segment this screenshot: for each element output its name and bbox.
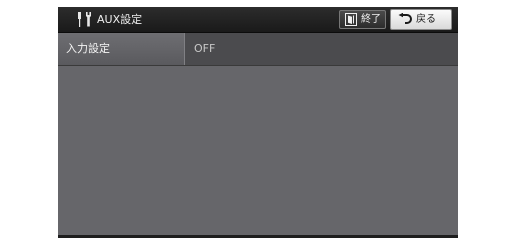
back-button[interactable]: 戻る <box>390 9 452 30</box>
end-button-label: 終了 <box>361 14 381 25</box>
setting-label-cell: 入力設定 <box>58 33 185 65</box>
return-arrow-icon <box>398 13 412 24</box>
aux-settings-screen: AUX設定 終了 戻る 入力設定 OFF <box>58 7 458 238</box>
setting-value: OFF <box>194 42 216 55</box>
title-bar: AUX設定 終了 戻る <box>58 7 458 33</box>
page-title: AUX設定 <box>97 13 143 26</box>
setting-row-input[interactable]: 入力設定 OFF <box>58 33 458 66</box>
setting-label: 入力設定 <box>66 42 110 55</box>
back-button-label: 戻る <box>416 14 436 25</box>
exit-door-icon <box>345 13 357 26</box>
settings-tools-icon <box>78 12 91 27</box>
end-button[interactable]: 終了 <box>339 10 386 29</box>
